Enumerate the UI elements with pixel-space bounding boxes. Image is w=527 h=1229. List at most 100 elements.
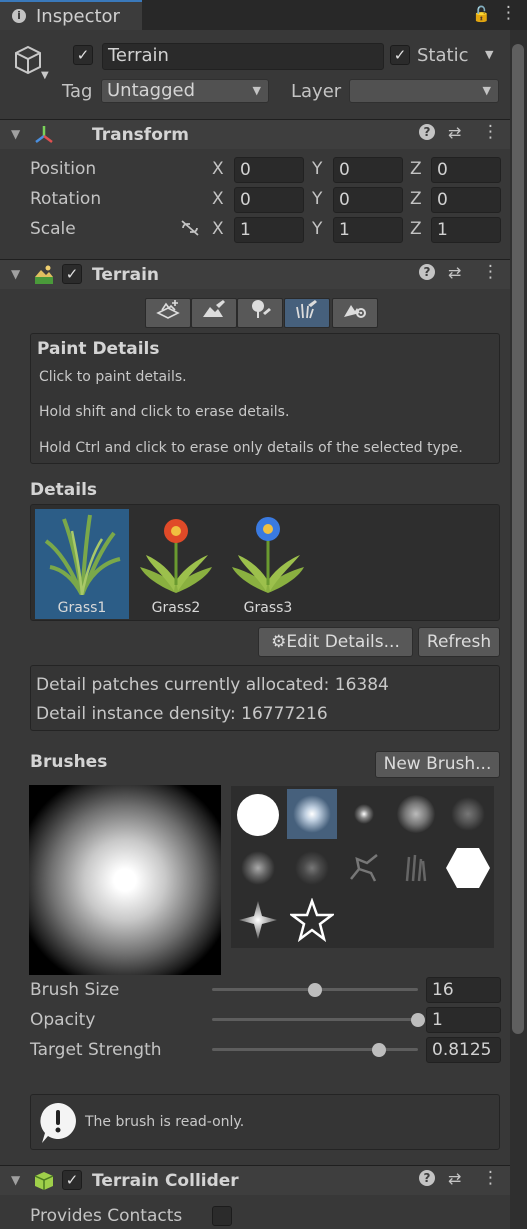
inspector-tab[interactable]: i Inspector — [0, 0, 142, 30]
brush-splatter[interactable] — [233, 843, 283, 893]
foldout-arrow-icon[interactable]: ▼ — [11, 1173, 20, 1187]
paint-terrain-tool-button[interactable] — [191, 298, 237, 328]
target-strength-label: Target Strength — [30, 1040, 162, 1060]
target-strength-slider-track[interactable] — [212, 1048, 418, 1051]
terrain-collider-header[interactable]: ▼ ✓ Terrain Collider ? ⇄ ⋮ — [0, 1165, 510, 1195]
active-checkbox[interactable]: ✓ — [73, 45, 93, 65]
axis-x-label: X — [212, 189, 224, 209]
brush-hexagon[interactable] — [443, 843, 493, 893]
layer-dropdown[interactable]: ▼ — [349, 79, 499, 103]
detail-item-grass1[interactable]: Grass1 — [35, 509, 129, 619]
brush-strands[interactable] — [391, 843, 441, 893]
collider-enabled-checkbox[interactable]: ✓ — [62, 1170, 82, 1190]
more-menu-icon[interactable]: ⋮ — [482, 122, 499, 142]
detail-name: Grass2 — [151, 600, 201, 616]
unlink-scale-icon[interactable] — [180, 219, 200, 242]
detail-item-grass2[interactable]: Grass2 — [129, 509, 223, 619]
presets-icon[interactable]: ⇄ — [448, 263, 461, 282]
provides-contacts-label: Provides Contacts — [30, 1206, 183, 1226]
help-icon[interactable]: ? — [419, 124, 435, 140]
opacity-field[interactable]: 1 — [426, 1007, 501, 1033]
chevron-down-icon: ▼ — [482, 84, 491, 97]
scale-x-field[interactable]: 1 — [234, 217, 304, 243]
paint-details-tool-button[interactable] — [284, 298, 330, 328]
info-icon: i — [12, 9, 26, 23]
object-name-input[interactable]: Terrain — [102, 43, 384, 70]
terrain-settings-icon — [342, 305, 368, 323]
info-line: Detail patches currently allocated: 1638… — [36, 675, 389, 695]
brush-palette — [231, 786, 494, 948]
scrollbar-thumb[interactable] — [512, 44, 524, 1034]
position-y-field[interactable]: 0 — [333, 157, 403, 183]
gameobject-icon — [12, 44, 44, 81]
edit-details-label: Edit Details... — [286, 632, 400, 652]
help-icon[interactable]: ? — [419, 1170, 435, 1186]
rotation-x-field[interactable]: 0 — [234, 187, 304, 213]
more-menu-icon[interactable]: ⋮ — [500, 3, 517, 23]
tab-bar: i Inspector 🔓 ⋮ — [0, 0, 527, 30]
details-grid: Grass1 Grass2 Grass3 — [30, 504, 500, 621]
create-neighbor-tool-button[interactable] — [145, 298, 191, 328]
scale-label: Scale — [30, 219, 76, 239]
axis-z-label: Z — [410, 219, 422, 239]
provides-contacts-checkbox[interactable] — [212, 1206, 232, 1226]
transform-title: Transform — [92, 125, 189, 145]
rotation-label: Rotation — [30, 189, 102, 209]
opacity-slider-thumb[interactable] — [411, 1013, 425, 1027]
brush-star-soft[interactable] — [233, 895, 283, 945]
terrain-header[interactable]: ▼ ✓ Terrain ? ⇄ ⋮ — [0, 259, 510, 289]
brush-size-slider-thumb[interactable] — [308, 983, 322, 997]
paint-terrain-icon — [201, 300, 227, 323]
grass-icon — [44, 514, 121, 595]
brush-star-outline[interactable] — [287, 895, 337, 945]
terrain-settings-tool-button[interactable] — [332, 298, 378, 328]
brush-scatter[interactable] — [287, 843, 337, 893]
transform-icon — [33, 124, 55, 151]
detail-item-grass3[interactable]: Grass3 — [221, 509, 315, 619]
brush-cloud[interactable] — [391, 789, 441, 839]
static-label: Static — [417, 45, 469, 66]
position-x-field[interactable]: 0 — [234, 157, 304, 183]
chevron-down-icon[interactable]: ▼ — [41, 70, 49, 81]
brush-circle-hard[interactable] — [233, 789, 283, 839]
readonly-message: The brush is read-only. — [85, 1114, 245, 1130]
more-menu-icon[interactable]: ⋮ — [482, 262, 499, 282]
axis-y-label: Y — [312, 219, 323, 239]
target-strength-slider-thumb[interactable] — [372, 1043, 387, 1057]
presets-icon[interactable]: ⇄ — [448, 123, 461, 142]
terrain-enabled-checkbox[interactable]: ✓ — [62, 264, 82, 284]
brush-dot-small[interactable] — [339, 789, 389, 839]
new-brush-button[interactable]: New Brush... — [375, 751, 500, 778]
position-z-field[interactable]: 0 — [431, 157, 501, 183]
presets-icon[interactable]: ⇄ — [448, 1169, 461, 1188]
more-menu-icon[interactable]: ⋮ — [482, 1168, 499, 1188]
refresh-button[interactable]: Refresh — [418, 627, 500, 657]
tag-dropdown[interactable]: Untagged ▼ — [101, 79, 269, 103]
axis-z-label: Z — [410, 159, 422, 179]
create-neighbor-icon — [155, 300, 181, 323]
brush-size-label: Brush Size — [30, 980, 120, 1000]
chevron-down-icon: ▼ — [252, 84, 261, 97]
readonly-info-box: The brush is read-only. — [30, 1094, 500, 1150]
brush-crack[interactable] — [339, 843, 389, 893]
tag-value: Untagged — [107, 80, 196, 101]
scale-y-field[interactable]: 1 — [333, 217, 403, 243]
target-strength-field[interactable]: 0.8125 — [426, 1037, 501, 1063]
help-icon[interactable]: ? — [419, 264, 435, 280]
tag-label: Tag — [62, 81, 93, 102]
static-dropdown-icon[interactable]: ▼ — [485, 48, 493, 61]
transform-header[interactable]: ▼ Transform ? ⇄ ⋮ — [0, 119, 510, 149]
lock-icon[interactable]: 🔓 — [472, 5, 491, 23]
brush-speckle[interactable] — [443, 789, 493, 839]
rotation-z-field[interactable]: 0 — [431, 187, 501, 213]
opacity-slider-track[interactable] — [212, 1018, 418, 1021]
rotation-y-field[interactable]: 0 — [333, 187, 403, 213]
foldout-arrow-icon[interactable]: ▼ — [11, 127, 20, 141]
scale-z-field[interactable]: 1 — [431, 217, 501, 243]
brush-size-field[interactable]: 16 — [426, 977, 501, 1003]
paint-trees-tool-button[interactable] — [237, 298, 283, 328]
foldout-arrow-icon[interactable]: ▼ — [11, 267, 20, 281]
edit-details-button[interactable]: ⚙Edit Details... — [258, 627, 413, 657]
static-checkbox[interactable]: ✓ — [390, 45, 410, 65]
brush-circle-soft[interactable] — [287, 789, 337, 839]
